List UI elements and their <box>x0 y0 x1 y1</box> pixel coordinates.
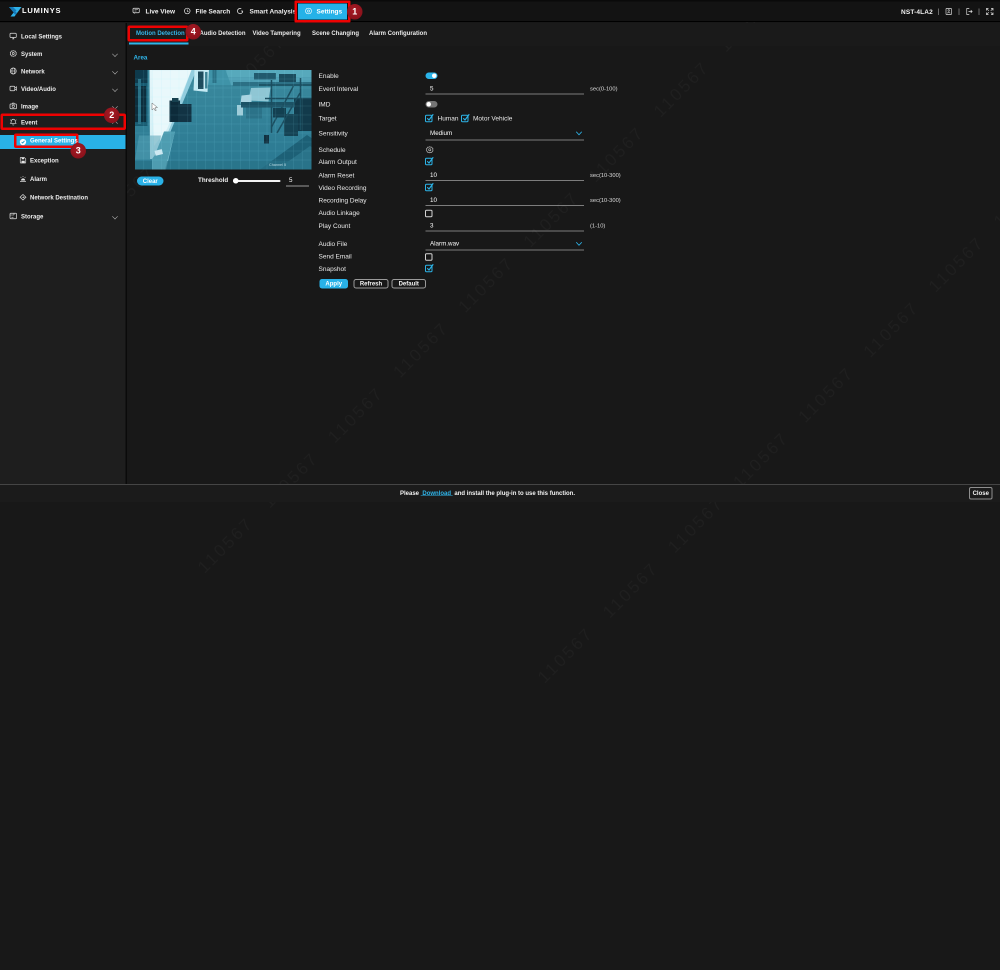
svg-text:Channel 5: Channel 5 <box>269 163 286 167</box>
